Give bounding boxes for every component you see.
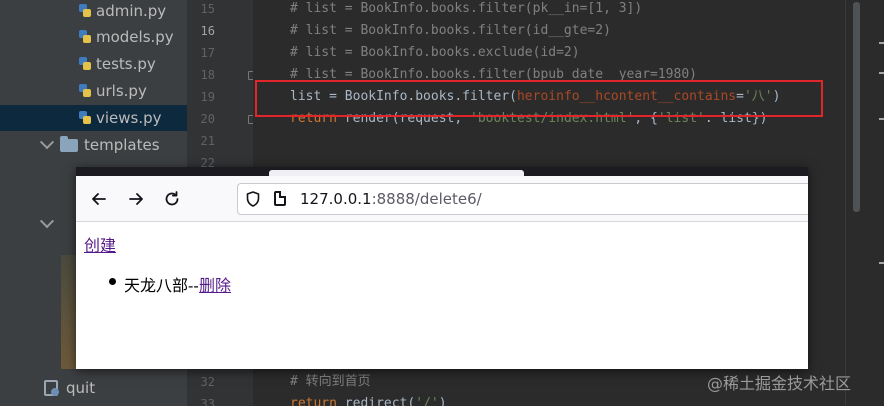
watermark: @稀土掘金技术社区 — [707, 374, 852, 393]
tree-item-views[interactable]: views.py — [0, 105, 187, 131]
forward-arrow-icon — [129, 193, 143, 205]
line-number: 33 — [200, 397, 215, 406]
highlight-box — [255, 80, 823, 117]
line-number: 20 — [200, 112, 215, 126]
tree-item-label: models.py — [96, 28, 174, 46]
tree-item-label: quit — [66, 379, 96, 397]
tree-item-label: views.py — [96, 109, 162, 127]
code-token: ) — [438, 396, 447, 406]
tree-item-admin[interactable]: admin.py — [0, 0, 187, 24]
tree-item-urls[interactable]: urls.py — [0, 78, 187, 104]
code-line-15: # list = BookInfo.books.filter(pk__in=[1… — [290, 1, 643, 16]
tree-item-label: admin.py — [96, 2, 167, 20]
back-button[interactable] — [88, 188, 110, 210]
scroll-mark — [879, 42, 884, 44]
editor-scrollbar[interactable] — [845, 0, 884, 406]
code-line-17: # list = BookInfo.books.exclude(id=2) — [290, 45, 580, 60]
reload-button[interactable] — [161, 188, 183, 210]
page-icon[interactable] — [274, 191, 286, 206]
code-token-string: '/' — [415, 396, 439, 406]
tree-item-label: urls.py — [96, 82, 147, 100]
line-number: 21 — [200, 134, 215, 148]
code-line-33: return redirect('/') — [290, 393, 447, 406]
folder-icon — [60, 135, 78, 152]
code-line-32: # 转向到首页 — [290, 374, 371, 389]
code-line-16: # list = BookInfo.books.filter(id__gte=2… — [290, 23, 611, 38]
line-number: 15 — [200, 2, 215, 16]
line-number: 32 — [200, 375, 215, 389]
python-file-icon — [78, 29, 92, 45]
scroll-mark — [879, 118, 884, 120]
tree-item-label: templates — [84, 136, 160, 154]
code-token: redirect( — [336, 396, 416, 406]
url-path: :8888/delete6/ — [371, 190, 482, 208]
chevron-down-icon[interactable] — [39, 135, 55, 150]
background-thumbnail — [61, 255, 76, 369]
line-number: 18 — [200, 68, 215, 82]
python-file-icon — [78, 110, 92, 126]
scroll-mark — [879, 72, 884, 74]
tree-item-quit[interactable]: quit — [0, 375, 187, 401]
tree-item-models[interactable]: models.py — [0, 24, 187, 50]
reload-icon — [165, 191, 179, 206]
python-file-icon — [78, 56, 92, 72]
scrollbar-thumb[interactable] — [853, 2, 860, 212]
python-file-icon — [78, 83, 92, 99]
line-number: 16 — [200, 24, 215, 38]
line-number: 17 — [200, 46, 215, 60]
list-bullet — [109, 278, 116, 285]
create-link[interactable]: 创建 — [84, 232, 116, 256]
tree-item-tests[interactable]: tests.py — [0, 51, 187, 77]
list-item-text: 天龙八部-- — [124, 276, 199, 295]
tree-item-templates[interactable]: templates — [0, 132, 187, 158]
scroll-mark — [879, 262, 884, 264]
back-arrow-icon — [92, 193, 106, 205]
forward-button[interactable] — [125, 188, 147, 210]
address-bar-url[interactable]: 127.0.0.1:8888/delete6/ — [300, 188, 482, 210]
tree-item-label: tests.py — [96, 55, 156, 73]
code-token-keyword: return — [290, 396, 337, 406]
python-file-icon — [78, 3, 92, 19]
quit-icon — [42, 380, 60, 396]
chevron-down-icon[interactable] — [39, 214, 55, 229]
shield-icon[interactable] — [246, 191, 260, 207]
url-host: 127.0.0.1 — [300, 190, 372, 208]
delete-link[interactable]: 删除 — [199, 272, 231, 296]
line-number: 19 — [200, 90, 215, 104]
